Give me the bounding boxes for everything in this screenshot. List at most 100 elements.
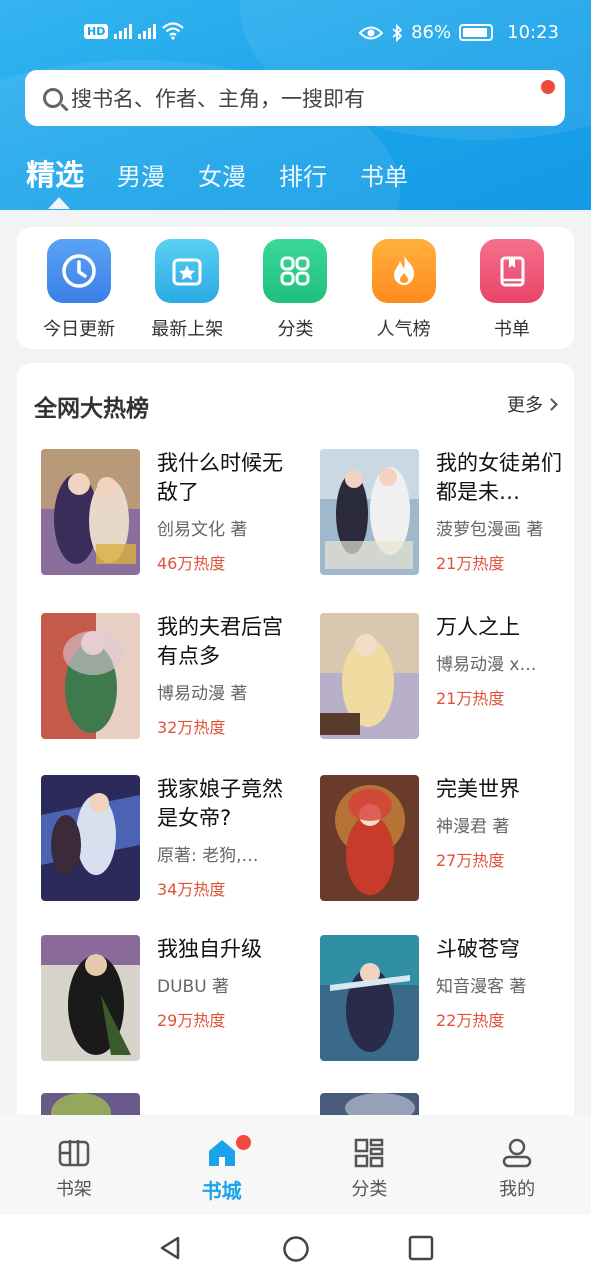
shortcut-label: 人气榜 — [376, 319, 431, 340]
battery-icon — [459, 24, 494, 41]
notification-dot — [541, 80, 555, 94]
system-nav-bar — [0, 1215, 591, 1280]
comic-item[interactable]: 完美世界 神漫君 著 27万热度 — [320, 775, 574, 905]
notification-dot — [235, 1135, 251, 1150]
comic-author: 菠萝包漫画 著 — [436, 520, 544, 540]
comic-item[interactable]: 我家娘子竟然是女帝? 原著: 老狗,… 34万热度 — [41, 775, 311, 905]
nav-label: 书城 — [201, 1179, 242, 1203]
bottom-nav: 书架 书城 分类 我的 — [0, 1115, 591, 1215]
comic-title: 我的女徒弟们都是未… — [436, 451, 562, 504]
comic-title: 我的夫君后宫有点多 — [157, 615, 283, 668]
comic-item[interactable]: 我的女徒弟们都是未… 菠萝包漫画 著 21万热度 — [320, 449, 574, 579]
comic-cover[interactable] — [320, 935, 419, 1061]
signal-icon — [138, 23, 157, 39]
nav-label: 我的 — [499, 1179, 536, 1200]
shortcut-booklist[interactable]: 书单 — [462, 239, 562, 349]
comic-cover[interactable] — [320, 613, 419, 739]
home-icon — [208, 1140, 235, 1166]
comic-heat: 46万热度 — [157, 554, 226, 573]
comic-title: 万人之上 — [436, 615, 520, 639]
shortcut-category[interactable]: 分类 — [245, 239, 345, 349]
recent-apps-icon[interactable] — [408, 1235, 434, 1261]
comic-author: 知音漫客 著 — [436, 977, 527, 997]
eye-icon — [359, 26, 384, 39]
header: HD 86% 10:23 搜书名、作者、主角，一搜即有 精选 男漫 女漫 排行 … — [0, 0, 591, 210]
shortcut-new-arrivals[interactable]: 最新上架 — [137, 239, 237, 349]
nav-label: 分类 — [351, 1179, 388, 1200]
comic-title: 完美世界 — [436, 777, 520, 801]
comic-heat: 32万热度 — [157, 718, 226, 737]
more-label: 更多 — [507, 395, 543, 416]
clock-time: 10:23 — [507, 22, 559, 43]
comic-author: 创易文化 著 — [157, 520, 248, 540]
comic-cover[interactable] — [41, 935, 140, 1061]
nav-category[interactable]: 分类 — [296, 1115, 444, 1215]
category-tabs: 精选 男漫 女漫 排行 书单 — [26, 152, 441, 194]
shortcut-label: 今日更新 — [43, 319, 116, 340]
comic-title: 我独自升级 — [157, 937, 262, 961]
tab-ranking[interactable]: 排行 — [279, 157, 327, 192]
comic-heat: 21万热度 — [436, 689, 505, 708]
bookshelf-icon — [58, 1140, 90, 1167]
comic-item[interactable]: 我独自升级 DUBU 著 29万热度 — [41, 935, 311, 1065]
fire-icon — [371, 239, 436, 303]
chevron-right-icon — [545, 397, 558, 411]
comic-cover[interactable] — [320, 775, 419, 901]
shortcut-label: 分类 — [277, 319, 314, 340]
shortcut-today-update[interactable]: 今日更新 — [29, 239, 129, 349]
search-icon — [43, 88, 63, 108]
hot-list-section: 全网大热榜 更多 我什么时候无敌了 创易文化 著 46万热度 我的女徒弟们都是未… — [17, 363, 574, 1115]
comic-cover[interactable] — [320, 449, 419, 575]
comic-cover[interactable] — [41, 449, 140, 575]
comic-cover[interactable] — [41, 775, 140, 901]
comic-heat: 21万热度 — [436, 554, 505, 573]
nav-bookshelf[interactable]: 书架 — [0, 1115, 148, 1215]
clock-icon — [47, 239, 112, 303]
tab-female-comics[interactable]: 女漫 — [198, 157, 246, 192]
tab-booklist[interactable]: 书单 — [360, 157, 408, 192]
tab-featured[interactable]: 精选 — [26, 152, 84, 194]
bluetooth-icon — [392, 23, 403, 42]
nav-profile[interactable]: 我的 — [443, 1115, 591, 1215]
more-link[interactable]: 更多 — [507, 391, 558, 417]
comic-item[interactable] — [320, 1093, 574, 1115]
nav-bookstore[interactable]: 书城 — [148, 1115, 296, 1215]
book-icon — [479, 239, 544, 303]
tab-male-comics[interactable]: 男漫 — [117, 157, 165, 192]
comic-heat: 34万热度 — [157, 880, 226, 899]
wifi-icon — [162, 22, 185, 40]
comic-author: 博易动漫 x… — [436, 655, 537, 675]
signal-icon — [114, 23, 133, 39]
comic-item[interactable]: 斗破苍穹 知音漫客 著 22万热度 — [320, 935, 574, 1065]
comic-item[interactable]: 万人之上 博易动漫 x… 21万热度 — [320, 613, 574, 743]
home-circle-icon[interactable] — [282, 1235, 310, 1263]
search-input[interactable]: 搜书名、作者、主角，一搜即有 — [25, 70, 565, 126]
comic-cover[interactable] — [41, 1093, 140, 1115]
comic-heat: 27万热度 — [436, 851, 505, 870]
comic-author: 神漫君 著 — [436, 817, 510, 837]
nav-label: 书架 — [55, 1179, 92, 1200]
comic-cover[interactable] — [41, 613, 140, 739]
back-icon[interactable] — [157, 1235, 183, 1261]
grid-icon — [263, 239, 328, 303]
category-icon — [355, 1138, 384, 1168]
star-box-icon — [155, 239, 220, 303]
section-title: 全网大热榜 — [34, 396, 149, 422]
comic-item[interactable] — [41, 1093, 311, 1115]
comic-author: DUBU 著 — [157, 977, 230, 997]
comic-cover[interactable] — [320, 1093, 419, 1115]
shortcut-label: 书单 — [493, 319, 530, 340]
active-tab-indicator — [48, 197, 70, 209]
comic-title: 我家娘子竟然是女帝? — [157, 777, 283, 830]
search-placeholder: 搜书名、作者、主角，一搜即有 — [71, 87, 365, 111]
user-icon — [502, 1138, 532, 1168]
comic-heat: 29万热度 — [157, 1011, 226, 1030]
comic-item[interactable]: 我的夫君后宫有点多 博易动漫 著 32万热度 — [41, 613, 311, 743]
comic-title: 斗破苍穹 — [436, 937, 520, 961]
comic-heat: 22万热度 — [436, 1011, 505, 1030]
status-bar: HD 86% 10:23 — [0, 14, 591, 54]
comic-author: 原著: 老狗,… — [157, 846, 259, 866]
shortcut-bar: 今日更新 最新上架 分类 人气榜 书单 — [17, 227, 574, 349]
shortcut-popular[interactable]: 人气榜 — [354, 239, 454, 349]
comic-item[interactable]: 我什么时候无敌了 创易文化 著 46万热度 — [41, 449, 311, 579]
